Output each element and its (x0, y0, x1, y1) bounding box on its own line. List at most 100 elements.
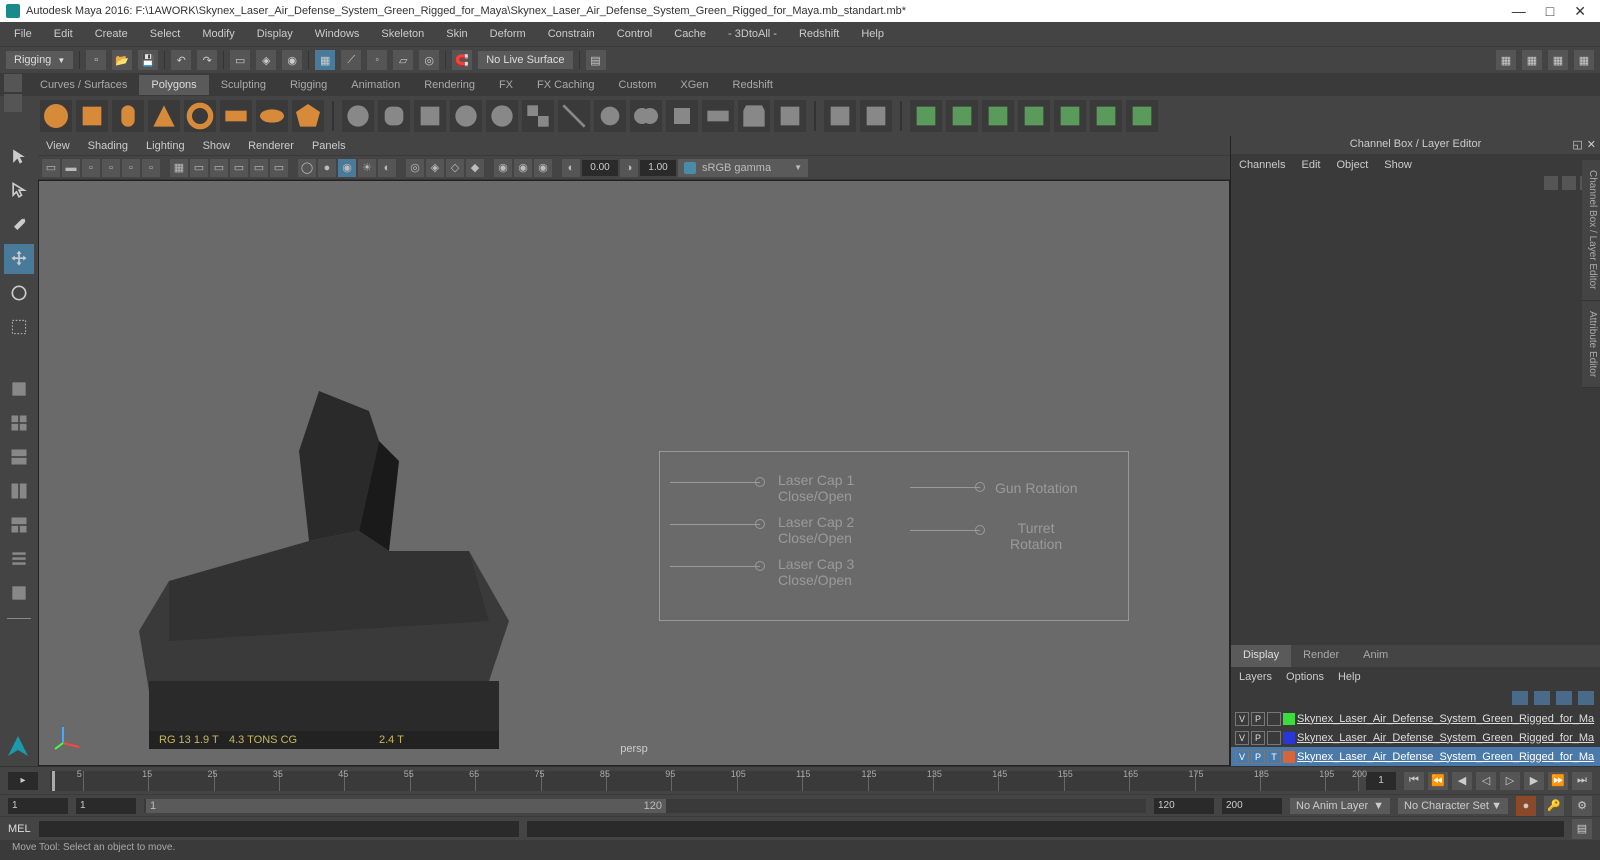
layer-visibility-toggle[interactable]: V (1235, 712, 1249, 726)
vp-wireframe-icon[interactable]: ◯ (298, 159, 316, 177)
layer-type-toggle[interactable]: T (1267, 750, 1281, 764)
poly-torus-icon[interactable] (184, 100, 216, 132)
cylindrical-icon[interactable] (1126, 100, 1158, 132)
laser-cap-2-slider[interactable] (670, 524, 760, 525)
smooth-icon[interactable] (594, 100, 626, 132)
paint-select-icon[interactable]: ◉ (282, 50, 302, 70)
vp-xray-joints-icon[interactable]: ◇ (446, 159, 464, 177)
snap-point-icon[interactable]: ◦ (367, 50, 387, 70)
layer-move-up-icon[interactable] (1512, 691, 1528, 705)
menu-constrain[interactable]: Constrain (538, 25, 605, 43)
layer-new-empty-icon[interactable] (1556, 691, 1572, 705)
layer-menu-help[interactable]: Help (1338, 671, 1361, 683)
shelf-tab-fx-caching[interactable]: FX Caching (525, 75, 606, 95)
vp-gamma-icon[interactable]: ◑ (620, 159, 638, 177)
shelf-tab-custom[interactable]: Custom (607, 75, 669, 95)
laser-cap-1-slider[interactable] (670, 482, 760, 483)
laser-cap-3-slider[interactable] (670, 566, 760, 567)
auto-key-icon[interactable]: ● (1516, 796, 1536, 816)
vp-film-gate-icon[interactable]: ▭ (190, 159, 208, 177)
separate-icon[interactable] (558, 100, 590, 132)
play-back-button[interactable]: ◁ (1476, 772, 1496, 790)
construction-history-icon[interactable]: ▤ (586, 50, 606, 70)
layout-three-icon[interactable] (4, 510, 34, 540)
menu-file[interactable]: File (4, 25, 42, 43)
layer-row[interactable]: VPTSkynex_Laser_Air_Defense_System_Green… (1231, 747, 1600, 766)
menu-cache[interactable]: Cache (664, 25, 716, 43)
vp-exposure-icon[interactable]: ◐ (562, 159, 580, 177)
save-scene-icon[interactable]: 💾 (138, 50, 158, 70)
shelf-menu-icon[interactable] (4, 74, 22, 92)
vp-flat-light-icon[interactable]: ◉ (534, 159, 552, 177)
layout-two-v-icon[interactable] (4, 476, 34, 506)
menu-select[interactable]: Select (140, 25, 191, 43)
shelf-tab-rigging[interactable]: Rigging (278, 75, 339, 95)
channel-menu-show[interactable]: Show (1384, 159, 1412, 171)
poly-type-icon[interactable] (342, 100, 374, 132)
target-weld-icon[interactable] (824, 100, 856, 132)
collapse-icon[interactable] (860, 100, 892, 132)
bridge-icon[interactable] (702, 100, 734, 132)
vp-grid-icon[interactable]: ▦ (170, 159, 188, 177)
vp-lock-camera-icon[interactable]: ▬ (62, 159, 80, 177)
lasso-tool[interactable] (4, 176, 34, 206)
vp-2d-pan-icon[interactable]: ▫ (122, 159, 140, 177)
vp-menu-renderer[interactable]: Renderer (248, 140, 294, 152)
timeline-ruler[interactable]: 5152535455565758595105115125135145155165… (50, 771, 1358, 791)
shelf-edit-icon[interactable] (4, 94, 22, 112)
crease-icon[interactable] (1018, 100, 1050, 132)
current-frame-field[interactable]: 1 (1366, 772, 1396, 790)
vp-select-camera-icon[interactable]: ▭ (42, 159, 60, 177)
close-button[interactable]: ✕ (1574, 3, 1586, 20)
snap-live-icon[interactable]: ◎ (419, 50, 439, 70)
layer-menu-options[interactable]: Options (1286, 671, 1324, 683)
layout-two-h-icon[interactable] (4, 442, 34, 472)
uv-icon[interactable] (1054, 100, 1086, 132)
shelf-tab-fx[interactable]: FX (487, 75, 525, 95)
outliner-icon[interactable] (4, 544, 34, 574)
layout-single-icon[interactable] (4, 374, 34, 404)
vp-image-plane-icon[interactable]: ▫ (102, 159, 120, 177)
render-settings-icon[interactable]: ▦ (1548, 50, 1568, 70)
poly-superellipse-icon[interactable] (378, 100, 410, 132)
vp-isolate-icon[interactable]: ◎ (406, 159, 424, 177)
menu-windows[interactable]: Windows (305, 25, 370, 43)
dock-tab-channel-box-layer-editor[interactable]: Channel Box / Layer Editor (1582, 160, 1600, 301)
select-tool[interactable] (4, 142, 34, 172)
layer-tab-render[interactable]: Render (1291, 645, 1351, 667)
character-set-dropdown[interactable]: No Character Set▼ (1398, 798, 1508, 814)
range-slider[interactable]: 1 120 (144, 799, 1146, 813)
shelf-tab-polygons[interactable]: Polygons (139, 75, 208, 95)
poly-gear-icon[interactable] (450, 100, 482, 132)
poly-cylinder-icon[interactable] (112, 100, 144, 132)
step-back-button[interactable]: ◀ (1452, 772, 1472, 790)
range-thumb[interactable]: 1 120 (146, 799, 666, 813)
snap-grid-icon[interactable]: ▦ (315, 50, 335, 70)
make-live-icon[interactable]: 🧲 (452, 50, 472, 70)
layer-visibility-toggle[interactable]: V (1235, 731, 1249, 745)
paint-tool[interactable] (4, 210, 34, 240)
layer-playback-toggle[interactable]: P (1251, 750, 1265, 764)
vp-safe-action-icon[interactable]: ▭ (270, 159, 288, 177)
vp-shaded-icon[interactable]: ● (318, 159, 336, 177)
menu-skeleton[interactable]: Skeleton (371, 25, 434, 43)
poly-helix-icon[interactable] (414, 100, 446, 132)
vp-menu-show[interactable]: Show (203, 140, 231, 152)
shelf-tab-sculpting[interactable]: Sculpting (209, 75, 278, 95)
layer-color-swatch[interactable] (1283, 732, 1295, 744)
layer-move-down-icon[interactable] (1534, 691, 1550, 705)
menu-create[interactable]: Create (85, 25, 138, 43)
sculpt-icon[interactable] (946, 100, 978, 132)
render-icon[interactable]: ▦ (1496, 50, 1516, 70)
layer-playback-toggle[interactable]: P (1251, 712, 1265, 726)
playback-start-field[interactable]: 1 (76, 798, 136, 814)
poly-soccer-icon[interactable] (486, 100, 518, 132)
shelf-tab-rendering[interactable]: Rendering (412, 75, 487, 95)
layer-row[interactable]: VPSkynex_Laser_Air_Defense_System_Green_… (1231, 709, 1600, 728)
workspace-mode-dropdown[interactable]: Rigging ▼ (6, 51, 73, 69)
snap-plane-icon[interactable]: ▱ (393, 50, 413, 70)
menu-display[interactable]: Display (247, 25, 303, 43)
timeline[interactable]: ▸ 51525354555657585951051151251351451551… (0, 766, 1600, 794)
turret-rotation-slider[interactable] (910, 530, 980, 531)
layer-tab-anim[interactable]: Anim (1351, 645, 1400, 667)
